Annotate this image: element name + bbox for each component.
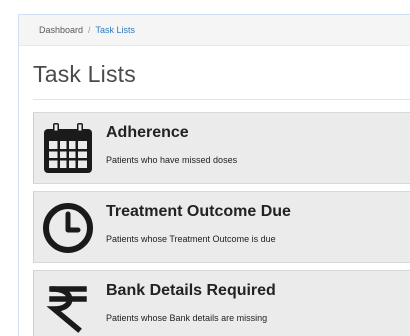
breadcrumb: Dashboard / Task Lists bbox=[19, 15, 410, 46]
task-card-title: Bank Details Required bbox=[106, 282, 276, 299]
task-card-description: Patients who have missed doses bbox=[106, 155, 238, 165]
task-card-title: Treatment Outcome Due bbox=[106, 203, 291, 220]
task-card-treatment-outcome-due[interactable]: Treatment Outcome Due Patients whose Tre… bbox=[33, 191, 410, 263]
clock-icon bbox=[38, 198, 98, 258]
rupee-icon bbox=[38, 277, 98, 336]
task-card-description: Patients whose Treatment Outcome is due bbox=[106, 234, 276, 244]
page-title: Task Lists bbox=[33, 61, 136, 87]
breadcrumb-current[interactable]: Task Lists bbox=[96, 25, 136, 35]
task-card-description: Patients whose Bank details are missing bbox=[106, 313, 268, 323]
breadcrumb-separator: / bbox=[88, 25, 91, 35]
task-card-bank-details-required[interactable]: Bank Details Required Patients whose Ban… bbox=[33, 270, 410, 336]
content-frame: Dashboard / Task Lists Task Lists Adhere… bbox=[18, 14, 410, 336]
title-divider bbox=[33, 99, 410, 100]
breadcrumb-dashboard-link[interactable]: Dashboard bbox=[39, 25, 83, 35]
task-card-title: Adherence bbox=[106, 124, 189, 141]
calendar-icon bbox=[38, 119, 98, 179]
task-card-adherence[interactable]: Adherence Patients who have missed doses bbox=[33, 112, 410, 184]
